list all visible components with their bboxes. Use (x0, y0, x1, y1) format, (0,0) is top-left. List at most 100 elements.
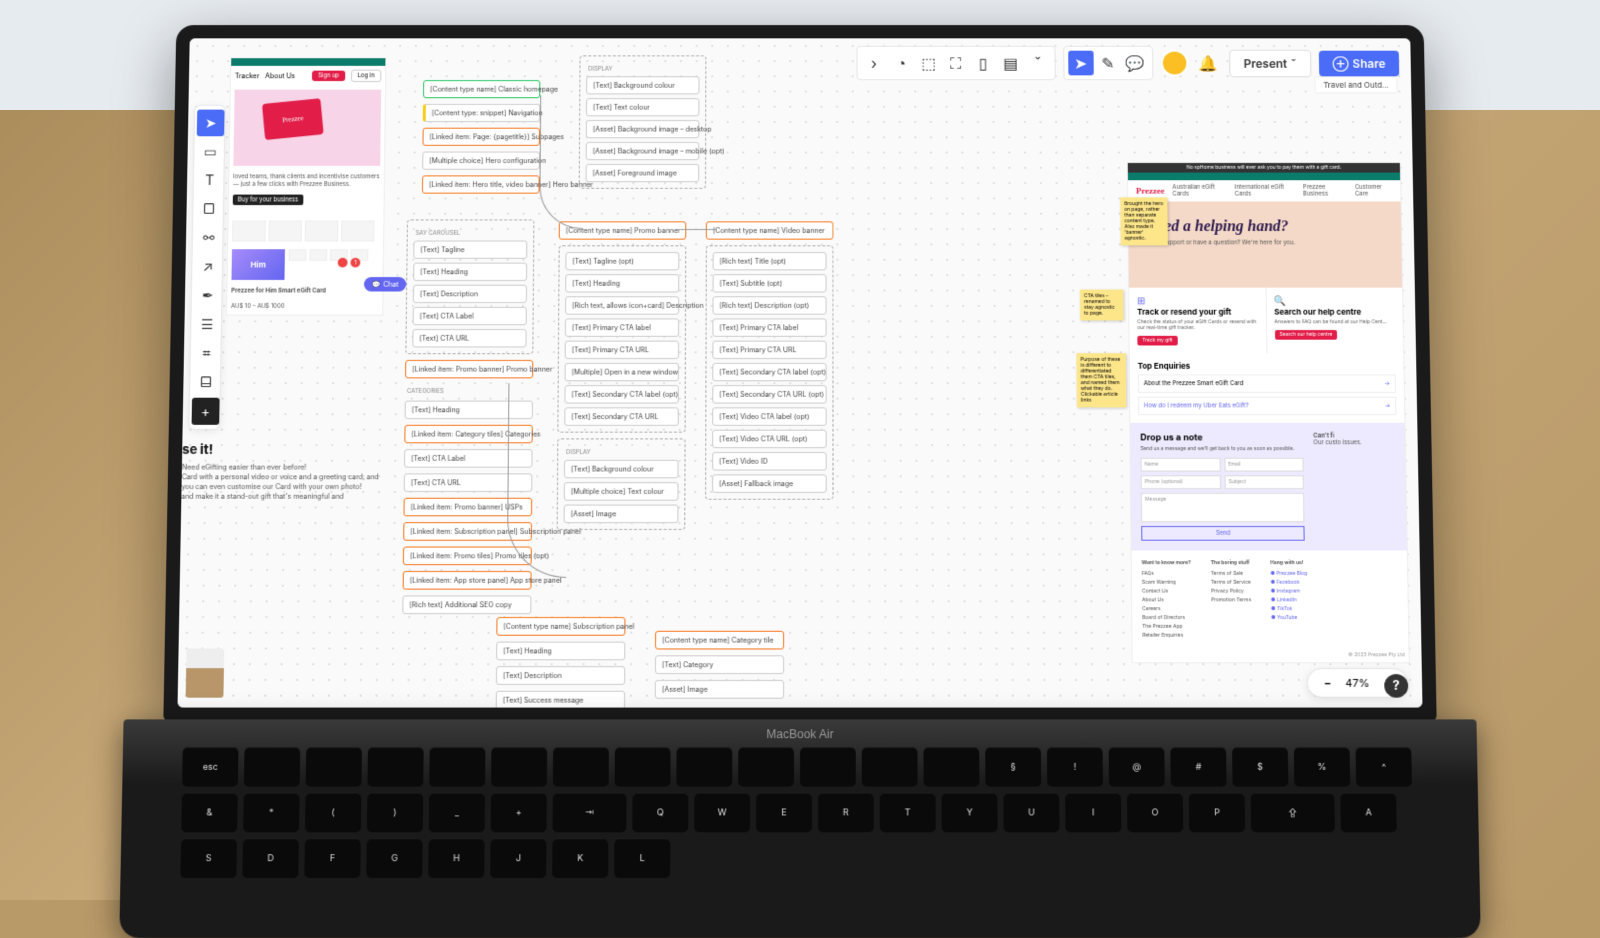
field-box[interactable]: [Text] Primary CTA label (565, 318, 679, 336)
field-box[interactable]: [Content type name] Subscription panel (496, 617, 625, 636)
field-box[interactable]: [Text] Background colour (586, 76, 699, 94)
comment-icon[interactable]: 💬 (1123, 51, 1149, 76)
field-box[interactable]: [Text] Video CTA label (opt) (712, 407, 826, 425)
field-box[interactable]: [Text] Success message (496, 691, 625, 708)
field-box[interactable]: [Linked item: Promo tiles] Promo tiles (… (403, 547, 532, 566)
field-box[interactable]: [Asset] Image (655, 680, 784, 699)
component-tool-icon[interactable]: ⬓ (192, 369, 220, 396)
field-box[interactable]: [Content type name] Classic homepage (423, 80, 540, 98)
field-box[interactable]: [Text] Primary CTA URL (565, 341, 679, 359)
content-column-3-sub: [Content type name] Subscription panel [… (496, 617, 626, 708)
field-box[interactable]: [Asset] Foreground image (586, 164, 700, 182)
field-box[interactable]: [Text] Description (413, 285, 527, 303)
link-tool-icon[interactable]: ⚯ (195, 224, 223, 251)
share-button[interactable]: ⊕ Share (1319, 50, 1400, 76)
field-box[interactable]: [Text] Secondary CTA label (opt) (712, 363, 826, 381)
chevron-right-icon[interactable]: › (861, 51, 886, 76)
field-box[interactable]: [Multiple choice] Text colour (564, 482, 679, 501)
connector (676, 229, 715, 239)
sticky-note[interactable]: Brought the hero on page, rather than se… (1120, 197, 1168, 245)
sticky-note[interactable]: CTA tiles – renamed to stay agnostic to … (1080, 290, 1124, 321)
field-box[interactable]: [Text] Secondary CTA URL (564, 407, 678, 425)
webcam-thumbnail[interactable] (186, 648, 225, 697)
laptop-brand: MacBook Air (766, 727, 833, 741)
zoom-out-button[interactable]: − (1317, 673, 1337, 693)
field-box[interactable]: [Rich text, allows icon+card] Descriptio… (565, 296, 679, 314)
field-box[interactable]: [Linked item: Page: {pagetitle}] Subpage… (422, 128, 540, 146)
field-box[interactable]: [Rich text] Description (opt) (713, 296, 827, 314)
contact-heading: Can't fi (1313, 433, 1395, 440)
field-box[interactable]: [Asset] Fallback image (712, 474, 827, 492)
text-tool-icon[interactable]: T (196, 167, 224, 194)
frame-tool-icon[interactable]: ▭ (196, 138, 224, 165)
enq-heading: Top Enquiries (1138, 361, 1396, 371)
phone-icon[interactable]: ▯ (970, 51, 996, 76)
field-box[interactable]: [Text] Primary CTA label (712, 318, 826, 336)
field-box[interactable]: [Text] Heading (565, 274, 679, 292)
vector-tool-icon[interactable]: ✒ (194, 282, 222, 309)
field-box[interactable]: [Text] Heading (413, 263, 527, 281)
field-box[interactable]: [Asset] Background image – mobile (opt) (586, 142, 700, 160)
field-box[interactable]: [Linked item: Promo banner] Promo banner (405, 360, 533, 378)
field-box[interactable]: [Text] Tagline (413, 241, 527, 259)
field-box[interactable]: [Text] Background colour (564, 460, 679, 478)
field-box[interactable]: [Text] CTA Label (413, 307, 527, 325)
gift-body: Need eGifting easier than ever before! (182, 463, 380, 473)
field-box[interactable]: [Multiple] Open in a new window (565, 363, 679, 381)
zoom-value[interactable]: 47% (1345, 676, 1369, 690)
field-box[interactable]: [Rich text] Additional SEO copy (402, 595, 531, 614)
arrow-tool-icon[interactable]: ↗ (194, 253, 222, 280)
field-box[interactable]: [Rich text] Title (opt) (713, 252, 827, 270)
left-mockup-frame[interactable]: Tracker About Us Sign up Log in Prezzee … (226, 57, 386, 315)
field-box[interactable]: [Asset] Background image – desktop (586, 120, 699, 138)
field-box[interactable]: [Content type name] Video banner (706, 221, 833, 239)
field-box[interactable]: [Text] Description (496, 666, 625, 685)
field-box[interactable]: [Text] Video CTA URL (opt) (712, 430, 826, 448)
right-mockup-frame[interactable]: No spHome business will ever ask you to … (1127, 162, 1410, 663)
field-box[interactable]: [Asset] Image (564, 505, 679, 524)
him-card: Him (231, 250, 284, 281)
timer-icon[interactable]: ◔ (888, 51, 913, 76)
present-button[interactable]: Present ˇ (1229, 49, 1311, 77)
field-box[interactable]: [Text] Secondary CTA URL (opt) (712, 385, 826, 403)
dotted-group: DISPLAY [Text] Background colour [Text] … (579, 55, 707, 188)
field-box[interactable]: [Text] Secondary CTA label (opt) (564, 385, 678, 403)
breadcrumb[interactable]: Travel and Outd... (1314, 76, 1397, 93)
left-toolbar: ➤ ▭ T ▢ ⚯ ↗ ✒ ☰ ⌗ ⬓ + (188, 105, 225, 430)
note-tool-icon[interactable]: ▢ (195, 196, 223, 223)
caret-down-icon[interactable]: ˇ (1025, 51, 1051, 76)
field-box[interactable]: [Text] Category (655, 655, 784, 674)
list-icon[interactable]: ▤ (998, 51, 1024, 76)
field-box[interactable]: [Text] Subtitle (opt) (713, 274, 827, 292)
top-toolbar: › ◔ ⬚ ⛶ ▯ ▤ ˇ ➤ ✎ 💬 🔔 Present ˇ ⊕ Share (856, 46, 1399, 80)
globe-icon: ⊕ (1332, 56, 1349, 70)
dotted-group: [Rich text] Title (opt) [Text] Subtitle … (705, 245, 833, 499)
field-box[interactable]: [Text] Heading (496, 642, 625, 661)
field-box[interactable]: [Text] Tagline (opt) (565, 252, 679, 270)
field-box[interactable]: [Linked item: Hero title, video banner] … (422, 175, 540, 193)
bell-icon[interactable]: 🔔 (1196, 51, 1222, 76)
field-box[interactable]: [Text] Primary CTA URL (712, 341, 826, 359)
cursor-icon[interactable]: ➤ (1068, 51, 1094, 76)
crop-tool-icon[interactable]: ⌗ (193, 340, 221, 367)
field-box[interactable]: [Text] CTA URL (412, 329, 526, 347)
connector (539, 95, 583, 229)
help-button[interactable]: ? (1384, 674, 1408, 698)
add-tool-icon[interactable]: + (192, 398, 220, 425)
enquiries: Purpose of these is different to differe… (1130, 353, 1405, 423)
move-tool-icon[interactable]: ➤ (197, 110, 225, 137)
field-box[interactable]: [Multiple choice] Hero configuration (422, 152, 540, 170)
field-box[interactable]: [Content type name] Category tile (655, 631, 784, 650)
sticky-note[interactable]: Purpose of these is different to differe… (1077, 353, 1127, 407)
field-box[interactable]: [Content type: snippet] Navigation (423, 104, 540, 122)
field-box[interactable]: [Linked item: App store panel] App store… (403, 571, 532, 590)
field-box[interactable]: [Text] Video ID (712, 452, 827, 470)
avatar[interactable] (1161, 50, 1189, 77)
cta-tile: ⊞ Track or resend your gift Check the st… (1129, 288, 1266, 354)
mockup-products (228, 217, 383, 246)
heading-tool-icon[interactable]: ☰ (193, 311, 221, 338)
export-icon[interactable]: ⬚ (916, 51, 941, 76)
field-box[interactable]: [Text] Text colour (586, 98, 699, 116)
fit-icon[interactable]: ⛶ (943, 51, 968, 76)
pen-icon[interactable]: ✎ (1095, 51, 1121, 76)
